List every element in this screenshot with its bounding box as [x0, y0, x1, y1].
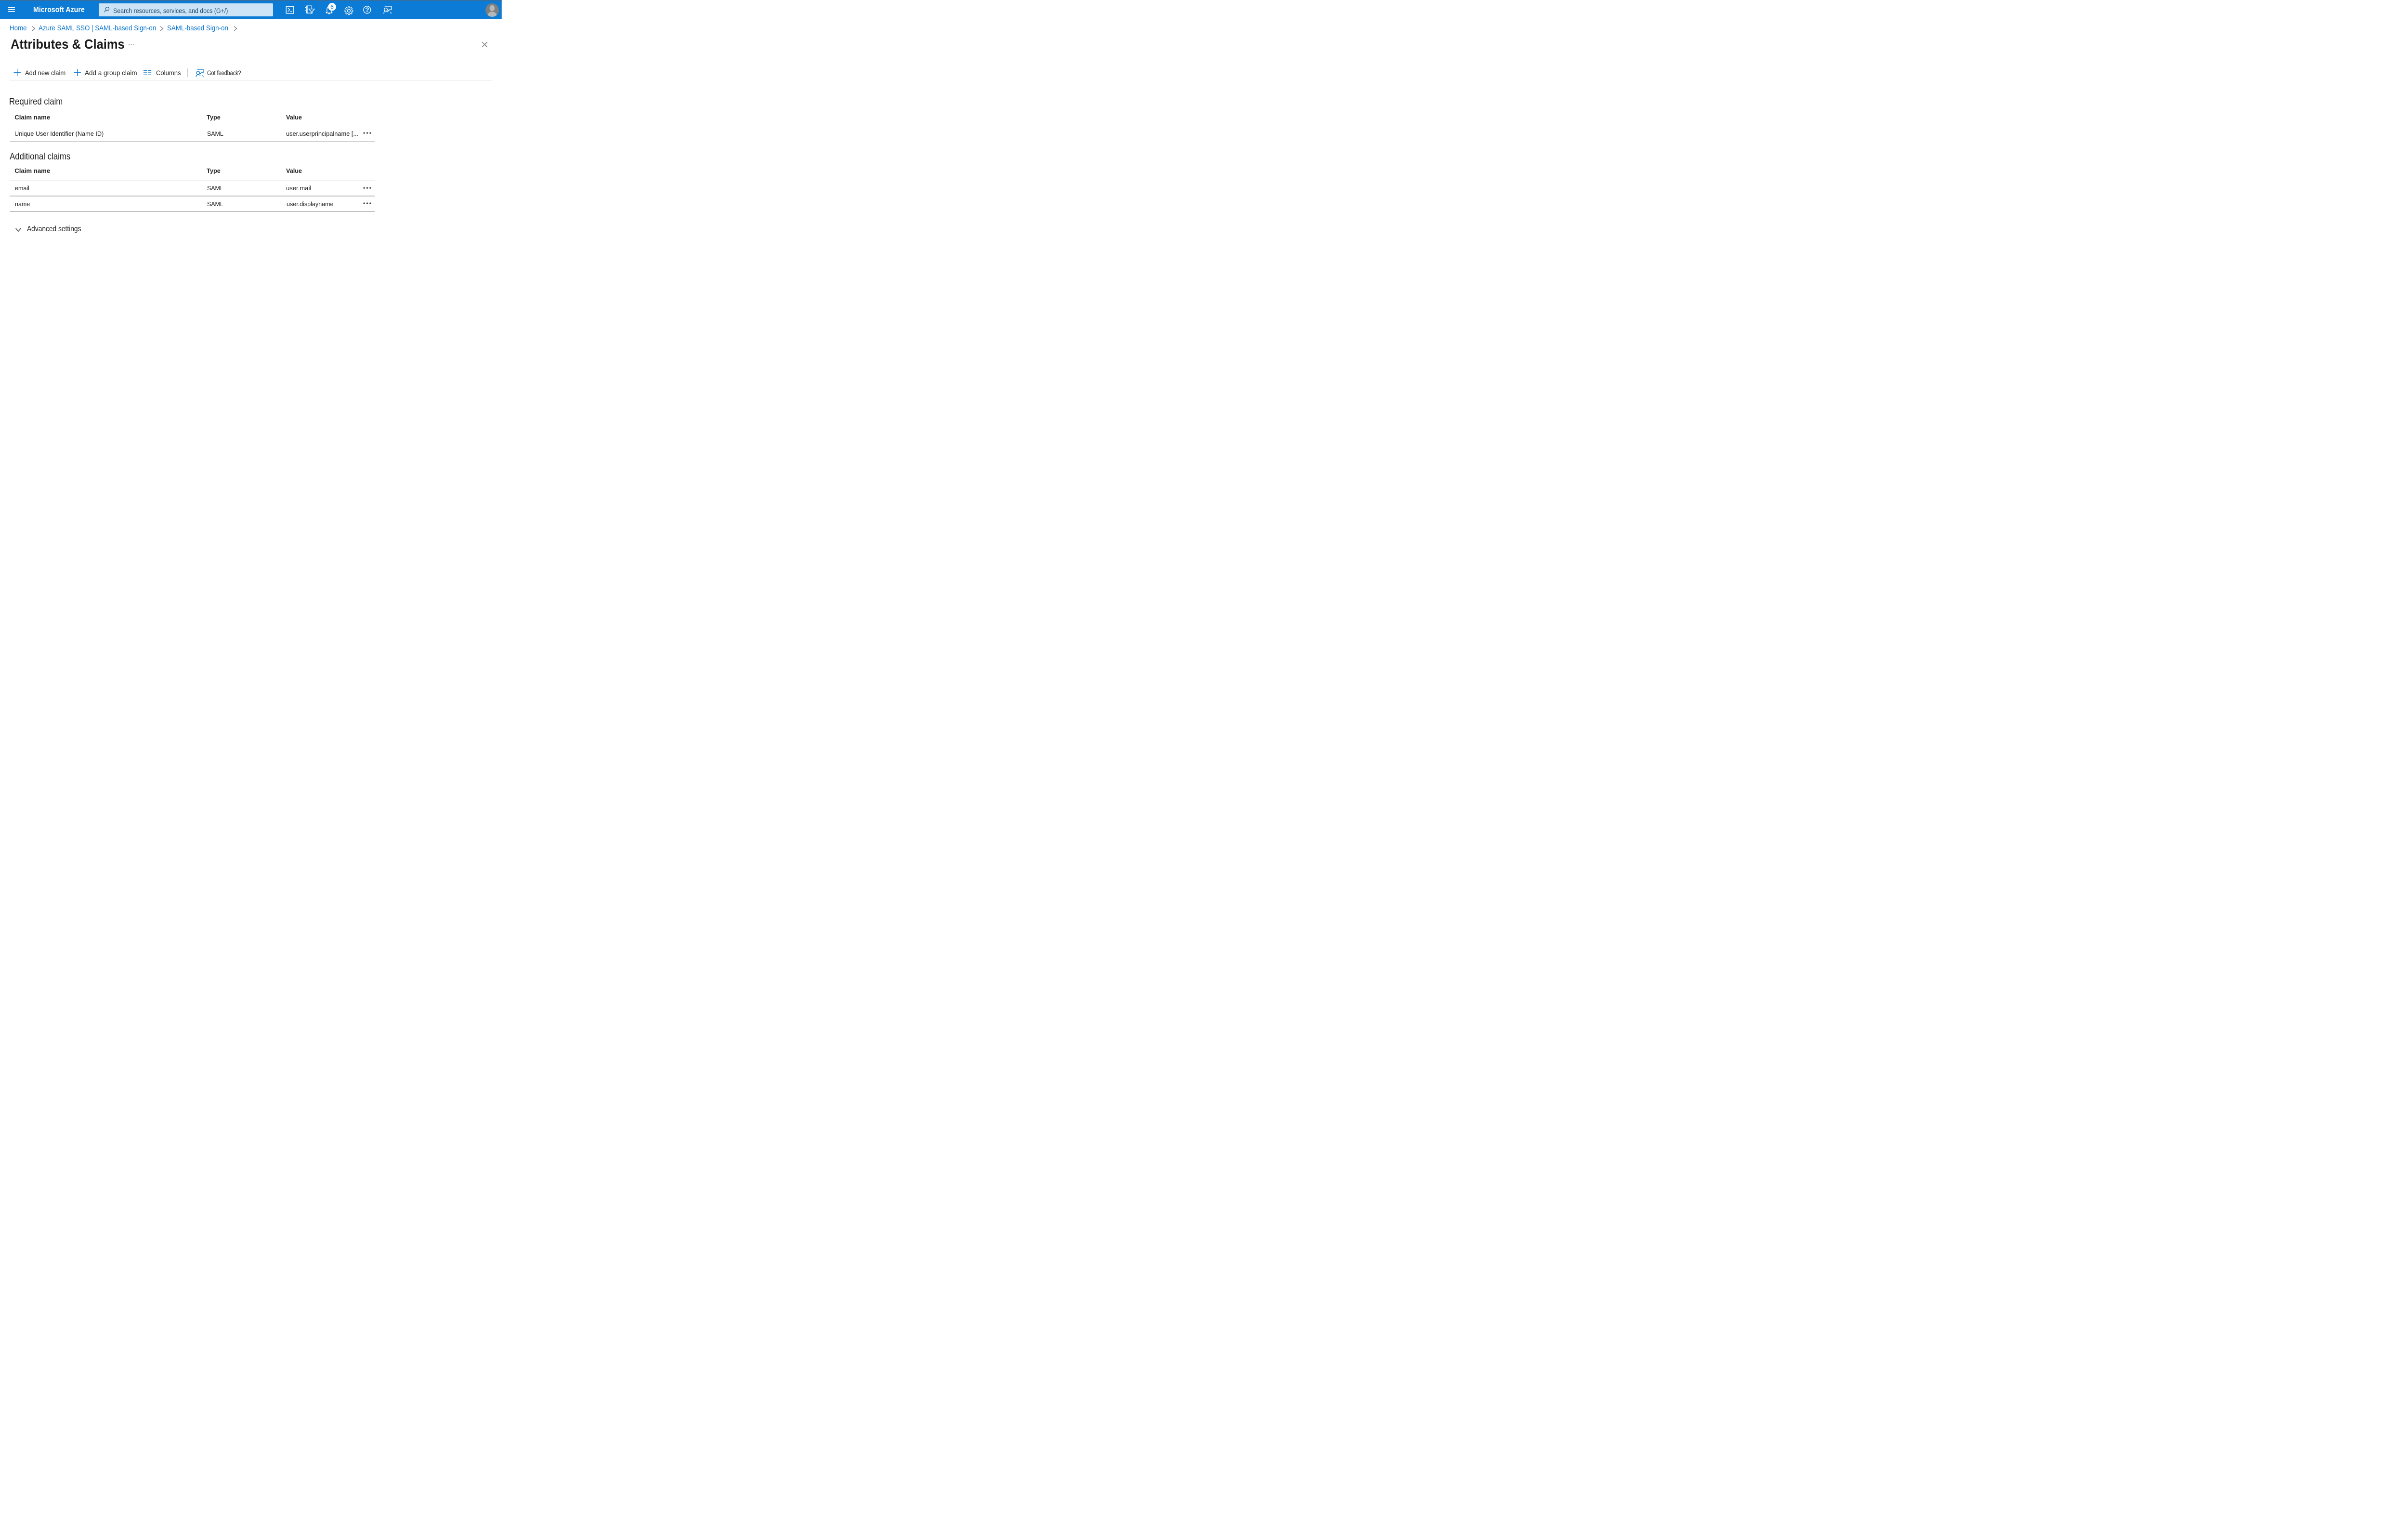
svg-text:?: ?: [365, 6, 369, 13]
svg-text:6: 6: [330, 3, 334, 10]
